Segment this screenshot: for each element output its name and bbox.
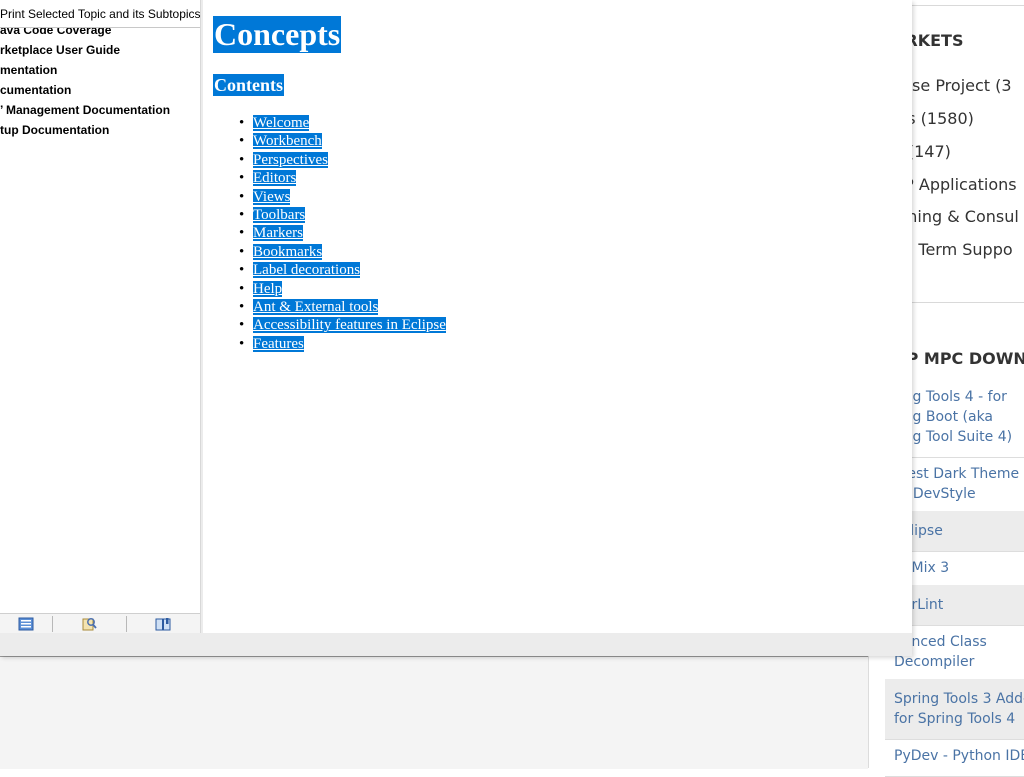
mpc-item-spring-tools-3-addon[interactable]: Spring Tools 3 Add-O for Spring Tools 4 bbox=[885, 679, 1024, 740]
toc-item-management-documentation[interactable]: ’ Management Documentation bbox=[0, 100, 200, 120]
help-window: Print Selected Topic and its Subtopics a… bbox=[0, 0, 912, 656]
help-window-bottom-strip bbox=[0, 633, 912, 656]
link-perspectives[interactable]: Perspectives bbox=[253, 151, 328, 168]
mpc-item-label: PyDev - Python IDE bbox=[894, 748, 1024, 764]
link-features[interactable]: Features bbox=[253, 335, 304, 352]
link-welcome[interactable]: Welcome bbox=[253, 115, 310, 131]
toc-item-label: Management Documentation bbox=[6, 103, 171, 117]
mpc-item-label: rkest Dark Theme th DevStyle bbox=[894, 466, 1020, 502]
list-item: • Welcome bbox=[233, 114, 446, 132]
bullet: • bbox=[239, 262, 245, 279]
list-item: • Features bbox=[233, 335, 446, 353]
bullet: • bbox=[239, 188, 245, 205]
bullet: • bbox=[239, 115, 245, 131]
toc-toolbar bbox=[0, 613, 200, 634]
toolbar-separator bbox=[52, 616, 53, 632]
mpc-item-label: Spring Tools 3 Add-O for Spring Tools 4 bbox=[894, 691, 1024, 727]
contents-icon bbox=[18, 617, 34, 631]
bullet: • bbox=[239, 280, 245, 297]
bullet: • bbox=[239, 243, 245, 260]
list-item: • Markers bbox=[233, 224, 446, 242]
toc-item-documentation[interactable]: mentation bbox=[0, 60, 200, 80]
print-topic-menu-item[interactable]: Print Selected Topic and its Subtopics bbox=[0, 0, 201, 28]
bullet: • bbox=[239, 225, 245, 242]
list-item: • Toolbars bbox=[233, 206, 446, 224]
toc-item-marketplace-user-guide[interactable]: rketplace User Guide bbox=[0, 40, 200, 60]
link-toolbars[interactable]: Toolbars bbox=[253, 206, 306, 223]
bookmarks-tab-button[interactable] bbox=[137, 614, 189, 634]
list-item: • Views bbox=[233, 188, 446, 206]
list-item: • Editors bbox=[233, 169, 446, 187]
link-views[interactable]: Views bbox=[253, 188, 291, 205]
list-item: • Ant & External tools bbox=[233, 298, 446, 316]
background-footer-area bbox=[0, 656, 868, 769]
bookmarks-icon bbox=[155, 618, 171, 631]
link-help[interactable]: Help bbox=[253, 280, 283, 297]
toc-item-documentation-2[interactable]: cumentation bbox=[0, 80, 200, 100]
top-mpc-heading: OP MPC DOWN bbox=[893, 349, 1024, 368]
bullet: • bbox=[239, 298, 245, 315]
link-workbench[interactable]: Workbench bbox=[253, 133, 322, 150]
link-label-decorations[interactable]: Label decorations bbox=[253, 262, 361, 279]
mpc-item-pydev[interactable]: PyDev - Python IDE bbox=[885, 736, 1024, 777]
bullet: • bbox=[239, 151, 245, 168]
contents-list: • Welcome • Workbench • Perspectives • Edito… bbox=[233, 114, 446, 353]
link-ant-external-tools[interactable]: Ant & External tools bbox=[253, 298, 379, 315]
print-topic-label: Print Selected Topic and its Subtopics bbox=[0, 7, 201, 21]
toc-pane: Print Selected Topic and its Subtopics a… bbox=[0, 0, 201, 634]
search-results-icon bbox=[82, 618, 97, 631]
toc-item-setup-documentation[interactable]: tup Documentation bbox=[0, 120, 200, 140]
list-item: • Perspectives bbox=[233, 151, 446, 169]
list-item: • Label decorations bbox=[233, 261, 446, 279]
search-results-tab-button[interactable] bbox=[63, 614, 115, 634]
bullet: • bbox=[239, 206, 245, 223]
link-accessibility-features[interactable]: Accessibility features in Eclipse bbox=[253, 317, 446, 334]
list-item: • Help bbox=[233, 280, 446, 298]
list-item: • Workbench bbox=[233, 132, 446, 150]
list-item: • Bookmarks bbox=[233, 243, 446, 261]
bullet: • bbox=[239, 133, 245, 150]
link-editors[interactable]: Editors bbox=[253, 170, 297, 187]
bullet: • bbox=[239, 170, 245, 187]
page-title: Concepts bbox=[213, 16, 342, 53]
link-markers[interactable]: Markers bbox=[253, 225, 303, 242]
toc-item-java-code-coverage[interactable]: ava Code Coverage bbox=[0, 28, 200, 40]
contents-tab-button[interactable] bbox=[0, 614, 52, 634]
list-item: • Accessibility features in Eclipse bbox=[233, 316, 446, 334]
help-content-pane: Concepts Contents • Welcome • Workbench • P… bbox=[203, 0, 912, 633]
contents-heading: Contents bbox=[213, 74, 285, 96]
bullet: • bbox=[239, 335, 245, 352]
link-bookmarks[interactable]: Bookmarks bbox=[253, 243, 323, 260]
toolbar-separator bbox=[126, 616, 127, 632]
bullet: • bbox=[239, 317, 245, 334]
toc-tree: ava Code Coverage rketplace User Guide m… bbox=[0, 28, 200, 140]
